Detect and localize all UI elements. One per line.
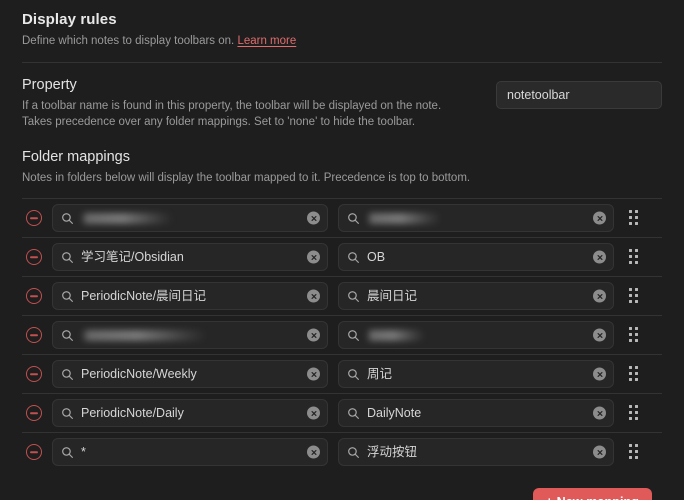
toolbar-search-field[interactable]: [338, 321, 614, 349]
remove-mapping-button[interactable]: [26, 249, 42, 265]
search-icon: [347, 329, 360, 342]
search-icon: [61, 290, 74, 303]
clear-toolbar-button[interactable]: [593, 446, 606, 459]
toolbar-search-field[interactable]: OB: [338, 243, 614, 271]
remove-mapping-button[interactable]: [26, 366, 42, 382]
search-icon: [61, 329, 74, 342]
drag-handle-icon[interactable]: [626, 444, 642, 460]
search-icon: [347, 290, 360, 303]
toolbar-search-field[interactable]: 浮动按钮: [338, 438, 614, 466]
folder-value: PeriodicNote/Weekly: [81, 361, 301, 387]
page-title: Display rules: [22, 10, 662, 30]
toolbar-search-field[interactable]: DailyNote: [338, 399, 614, 427]
folder-mappings-title: Folder mappings: [22, 148, 662, 167]
toolbar-value: 周记: [367, 361, 587, 387]
toolbar-search-field[interactable]: 晨间日记: [338, 282, 614, 310]
drag-handle-icon[interactable]: [626, 405, 642, 421]
settings-page: Display rules Define which notes to disp…: [0, 0, 684, 500]
folder-value: PeriodicNote/晨间日记: [81, 283, 301, 309]
learn-more-link[interactable]: Learn more: [237, 35, 296, 47]
folder-value-redacted: [81, 330, 207, 341]
clear-folder-button[interactable]: [307, 446, 320, 459]
display-rules-section: Display rules Define which notes to disp…: [22, 0, 662, 49]
search-icon: [347, 446, 360, 459]
search-icon: [347, 212, 360, 225]
search-icon: [347, 407, 360, 420]
mapping-row: PeriodicNote/Daily DailyNote: [22, 393, 662, 432]
property-description: If a toolbar name is found in this prope…: [22, 98, 467, 130]
toolbar-search-field[interactable]: 周记: [338, 360, 614, 388]
toolbar-value: 浮动按钮: [367, 439, 587, 465]
property-input[interactable]: [496, 81, 662, 109]
toolbar-search-field[interactable]: [338, 204, 614, 232]
search-icon: [61, 446, 74, 459]
new-mapping-button[interactable]: + New mapping: [533, 488, 652, 500]
drag-handle-icon[interactable]: [626, 366, 642, 382]
clear-toolbar-button[interactable]: [593, 251, 606, 264]
folder-value: 学习笔记/Obsidian: [81, 244, 301, 270]
clear-toolbar-button[interactable]: [593, 329, 606, 342]
toolbar-value-redacted: [367, 213, 441, 224]
folder-value: *: [81, 439, 301, 465]
display-rules-description-text: Define which notes to display toolbars o…: [22, 35, 234, 47]
property-title: Property: [22, 76, 467, 95]
folder-search-field[interactable]: [52, 321, 328, 349]
clear-folder-button[interactable]: [307, 368, 320, 381]
remove-mapping-button[interactable]: [26, 327, 42, 343]
folder-mappings-description: Notes in folders below will display the …: [22, 170, 662, 186]
property-section: Property If a toolbar name is found in t…: [22, 63, 662, 130]
search-icon: [347, 368, 360, 381]
clear-toolbar-button[interactable]: [593, 368, 606, 381]
folder-search-field[interactable]: PeriodicNote/晨间日记: [52, 282, 328, 310]
drag-handle-icon[interactable]: [626, 210, 642, 226]
toolbar-value-redacted: [367, 330, 425, 341]
mapping-row: [22, 198, 662, 237]
remove-mapping-button[interactable]: [26, 288, 42, 304]
footer-actions: + New mapping: [22, 471, 662, 500]
mapping-row: 学习笔记/Obsidian OB: [22, 237, 662, 276]
folder-value-redacted: [81, 213, 173, 224]
folder-search-field[interactable]: [52, 204, 328, 232]
remove-mapping-button[interactable]: [26, 444, 42, 460]
mapping-row: * 浮动按钮: [22, 432, 662, 471]
clear-toolbar-button[interactable]: [593, 290, 606, 303]
clear-folder-button[interactable]: [307, 290, 320, 303]
folder-value: PeriodicNote/Daily: [81, 400, 301, 426]
mapping-row: PeriodicNote/晨间日记 晨间日记: [22, 276, 662, 315]
clear-folder-button[interactable]: [307, 329, 320, 342]
property-text-block: Property If a toolbar name is found in t…: [22, 76, 467, 130]
search-icon: [347, 251, 360, 264]
clear-folder-button[interactable]: [307, 251, 320, 264]
folder-search-field[interactable]: PeriodicNote/Weekly: [52, 360, 328, 388]
clear-folder-button[interactable]: [307, 212, 320, 225]
drag-handle-icon[interactable]: [626, 249, 642, 265]
mapping-row: [22, 315, 662, 354]
remove-mapping-button[interactable]: [26, 210, 42, 226]
folder-search-field[interactable]: PeriodicNote/Daily: [52, 399, 328, 427]
folder-mappings-section: Folder mappings Notes in folders below w…: [22, 130, 662, 186]
clear-toolbar-button[interactable]: [593, 407, 606, 420]
toolbar-value: 晨间日记: [367, 283, 587, 309]
clear-folder-button[interactable]: [307, 407, 320, 420]
search-icon: [61, 407, 74, 420]
folder-search-field[interactable]: 学习笔记/Obsidian: [52, 243, 328, 271]
clear-toolbar-button[interactable]: [593, 212, 606, 225]
search-icon: [61, 212, 74, 225]
remove-mapping-button[interactable]: [26, 405, 42, 421]
toolbar-value: DailyNote: [367, 400, 587, 426]
drag-handle-icon[interactable]: [626, 327, 642, 343]
search-icon: [61, 251, 74, 264]
search-icon: [61, 368, 74, 381]
display-rules-description: Define which notes to display toolbars o…: [22, 33, 662, 49]
folder-search-field[interactable]: *: [52, 438, 328, 466]
toolbar-value: OB: [367, 244, 587, 270]
folder-mappings-list: 学习笔记/ObsidianOBPeriodicNote/晨间日记晨间日记Peri…: [22, 198, 662, 471]
drag-handle-icon[interactable]: [626, 288, 642, 304]
mapping-row: PeriodicNote/Weekly 周记: [22, 354, 662, 393]
